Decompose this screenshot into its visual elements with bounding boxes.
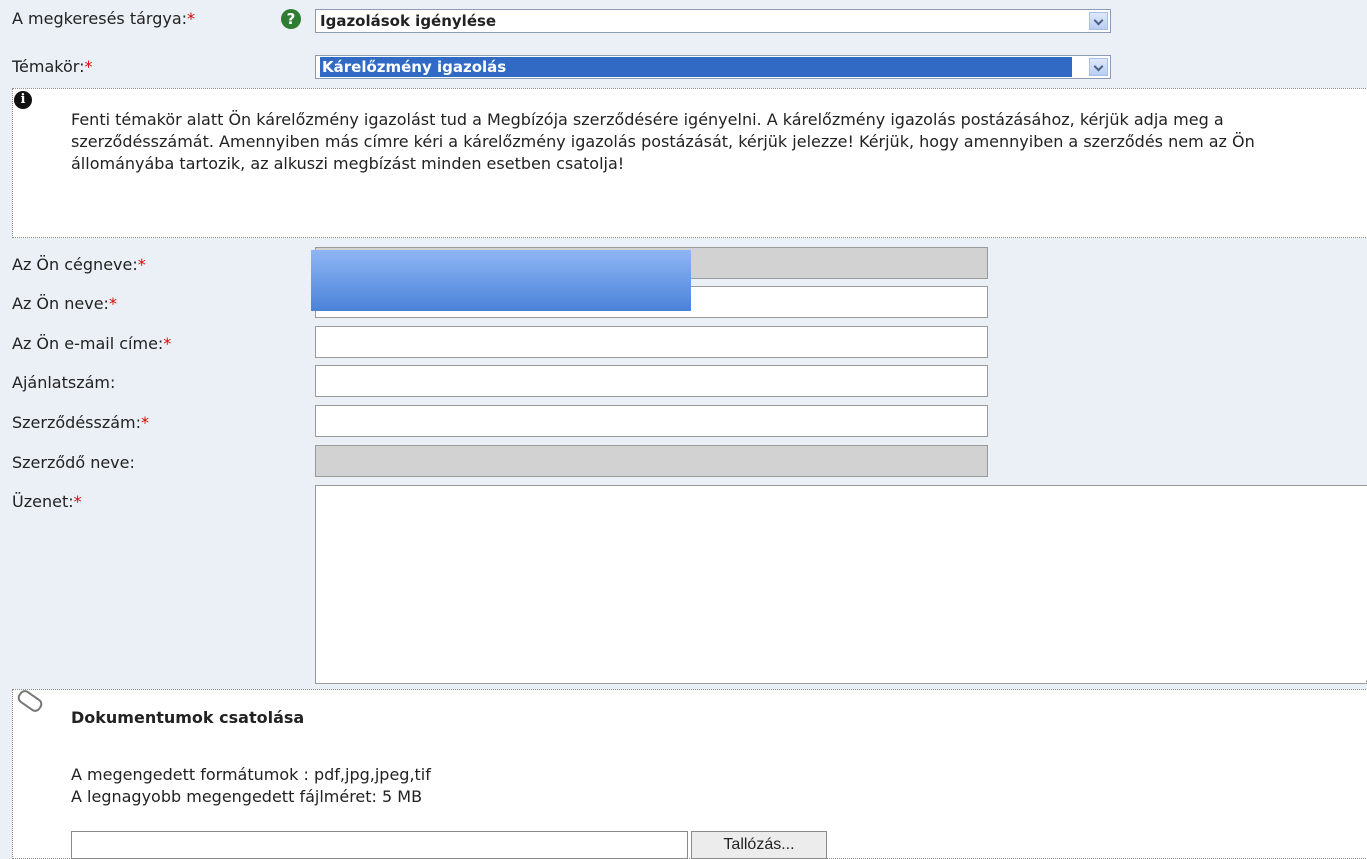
required-mark: * <box>137 255 146 274</box>
company-label: Az Ön cégneve:* <box>12 255 146 274</box>
chevron-down-icon[interactable] <box>1089 58 1108 76</box>
contract-number-field[interactable] <box>315 405 988 437</box>
name-label: Az Ön neve:* <box>12 294 117 313</box>
info-box: i Fenti témakör alatt Ön kárelőzmény iga… <box>12 88 1367 238</box>
subject-label: A megkeresés tárgya:* <box>12 9 196 28</box>
subject-select[interactable]: Igazolások igénylése <box>315 9 1111 33</box>
question-icon[interactable]: ? <box>281 9 301 29</box>
contractor-label: Szerződő neve: <box>12 453 135 472</box>
info-text: Fenti témakör alatt Ön kárelőzmény igazo… <box>71 110 1255 173</box>
attachments-section: Dokumentumok csatolása A megengedett for… <box>12 687 1367 859</box>
offer-number-field[interactable] <box>315 365 988 397</box>
redaction-overlay <box>311 250 691 311</box>
info-icon: i <box>14 91 32 109</box>
paperclip-icon <box>15 687 45 715</box>
allowed-formats-text: A megengedett formátumok : pdf,jpg,jpeg,… <box>71 765 431 784</box>
offer-label: Ajánlatszám: <box>12 373 116 392</box>
contractor-name-field[interactable] <box>315 445 988 477</box>
topic-select[interactable]: Kárelőzmény igazolás <box>315 55 1111 79</box>
browse-button[interactable]: Tallózás... <box>691 831 827 859</box>
max-size-text: A legnagyobb megengedett fájlméret: 5 MB <box>71 787 423 806</box>
required-mark: * <box>187 9 196 28</box>
chevron-down-icon[interactable] <box>1089 12 1108 30</box>
message-label: Üzenet:* <box>12 492 82 511</box>
required-mark: * <box>163 334 172 353</box>
message-textarea[interactable] <box>315 485 1367 684</box>
file-path-input[interactable] <box>71 831 688 859</box>
topic-select-value: Kárelőzmény igazolás <box>320 57 1072 77</box>
topic-label: Témakör:* <box>12 57 93 76</box>
required-mark: * <box>108 294 117 313</box>
required-mark: * <box>73 492 82 511</box>
required-mark: * <box>84 57 93 76</box>
required-mark: * <box>141 413 150 432</box>
email-field[interactable] <box>315 326 988 358</box>
email-label: Az Ön e-mail címe:* <box>12 334 172 353</box>
attachments-title: Dokumentumok csatolása <box>71 708 305 727</box>
contract-label: Szerződésszám:* <box>12 413 150 432</box>
subject-select-value: Igazolások igénylése <box>320 12 497 30</box>
